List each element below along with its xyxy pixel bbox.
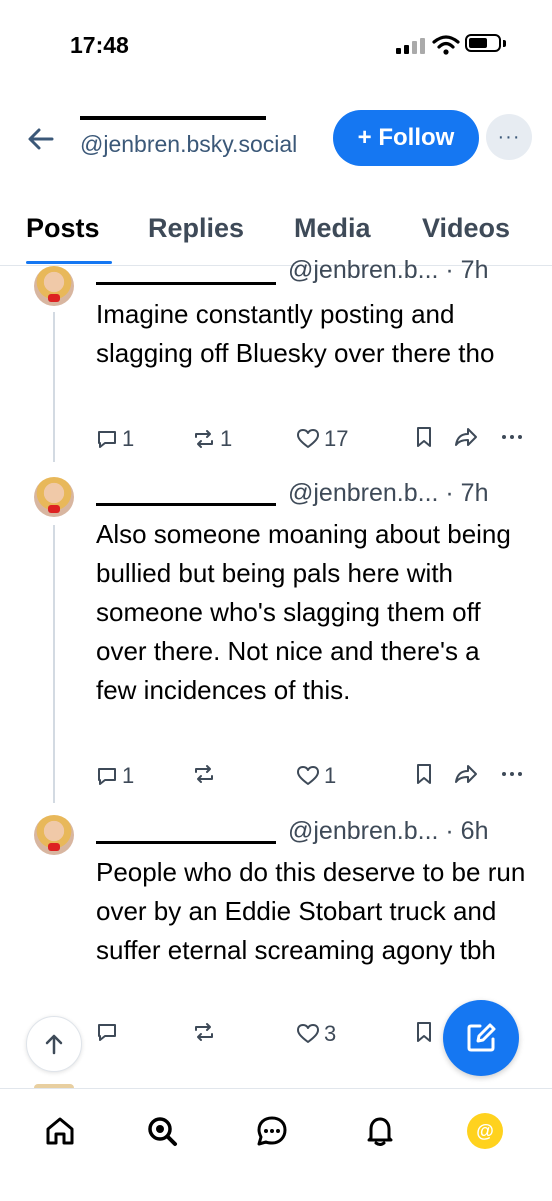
scroll-to-top-button[interactable] [26, 1016, 82, 1072]
nav-profile[interactable]: @ [465, 1111, 505, 1151]
post-text: Imagine constantly posting and slagging … [96, 299, 495, 368]
search-icon [148, 1117, 177, 1146]
profile-header: @jenbren.bsky.social + Follow ··· [0, 110, 552, 200]
like-count: 1 [324, 763, 337, 788]
heart-icon [297, 1024, 319, 1043]
back-arrow-icon[interactable] [26, 124, 56, 154]
author-name-redaction [96, 282, 276, 285]
avatar[interactable] [34, 477, 74, 517]
share-button[interactable] [454, 763, 478, 785]
heart-icon [297, 766, 319, 785]
more-icon [502, 772, 522, 776]
notifications-icon [367, 1117, 393, 1146]
compose-post-button[interactable] [443, 1000, 519, 1076]
chat-icon [257, 1116, 287, 1146]
like-count: 17 [324, 426, 349, 451]
post-more-button[interactable] [500, 426, 524, 448]
thread-line [53, 525, 55, 803]
nav-notifications[interactable] [360, 1111, 400, 1151]
reply-count: 1 [122, 763, 135, 788]
post-more-button[interactable] [500, 763, 524, 785]
heart-icon [297, 429, 319, 448]
profile-icon: @ [467, 1113, 503, 1149]
battery-icon [465, 34, 501, 52]
nav-home[interactable] [40, 1111, 80, 1151]
like-count: 3 [324, 1021, 337, 1046]
reply-button[interactable]: 1 [96, 426, 134, 452]
profile-handle: @jenbren.bsky.social [80, 131, 298, 157]
post-actions: 1 1 17 [96, 426, 526, 456]
follow-button[interactable]: + Follow [333, 110, 479, 166]
tab-replies[interactable]: Replies [148, 213, 244, 244]
repost-button[interactable]: 1 [192, 426, 232, 452]
repost-icon [195, 430, 213, 448]
like-button[interactable]: 3 [296, 1021, 336, 1047]
more-icon [502, 435, 522, 439]
author-name-redaction [96, 503, 276, 506]
nav-search[interactable] [142, 1111, 182, 1151]
bookmark-button[interactable] [414, 763, 434, 785]
post-actions: 1 1 [96, 763, 526, 793]
compose-icon [467, 1023, 496, 1052]
post-text: People who do this deserve to be run ove… [96, 857, 526, 965]
bookmark-icon [417, 1022, 431, 1042]
share-icon [455, 428, 477, 446]
tab-posts[interactable]: Posts [26, 213, 100, 244]
share-icon [455, 765, 477, 783]
reply-icon [98, 431, 116, 448]
repost-icon [195, 1023, 213, 1041]
bookmark-button[interactable] [414, 1021, 434, 1043]
more-options-button[interactable]: ··· [486, 114, 532, 160]
status-time: 17:48 [70, 32, 129, 58]
like-button[interactable]: 1 [296, 763, 336, 789]
repost-icon [195, 765, 213, 783]
home-icon [46, 1117, 74, 1145]
avatar[interactable] [34, 266, 74, 306]
battery-tip [503, 40, 506, 47]
repost-button[interactable] [192, 763, 220, 785]
profile-glyph: @ [476, 1120, 494, 1141]
bottom-navigation: @ [0, 1088, 552, 1201]
nav-chat[interactable] [252, 1111, 292, 1151]
reply-icon [98, 1024, 116, 1041]
post-meta: @jenbren.b... · 6h [288, 817, 489, 845]
cellular-signal-icon [396, 38, 425, 54]
author-name-redaction [96, 841, 276, 844]
active-tab-indicator [26, 261, 112, 264]
thread-line [53, 312, 55, 462]
share-button[interactable] [454, 426, 478, 448]
bookmark-icon [417, 427, 431, 447]
reply-button[interactable] [96, 1021, 122, 1043]
post-meta: @jenbren.b... · 7h [288, 256, 489, 284]
bookmark-icon [417, 764, 431, 784]
avatar[interactable] [34, 815, 74, 855]
post-text: Also someone moaning about being bullied… [96, 519, 511, 705]
repost-count: 1 [220, 426, 233, 451]
like-button[interactable]: 17 [296, 426, 348, 452]
reply-button[interactable]: 1 [96, 763, 134, 789]
display-name-redaction [80, 116, 266, 120]
wifi-icon [432, 35, 460, 55]
tab-media[interactable]: Media [294, 213, 371, 244]
reply-count: 1 [122, 426, 135, 451]
tab-videos[interactable]: Videos [422, 213, 510, 244]
status-bar: 17:48 [0, 0, 552, 90]
bookmark-button[interactable] [414, 426, 434, 448]
post-meta: @jenbren.b... · 7h [288, 479, 489, 507]
reply-icon [98, 768, 116, 785]
repost-button[interactable] [192, 1021, 220, 1043]
arrow-up-icon [45, 1034, 63, 1055]
